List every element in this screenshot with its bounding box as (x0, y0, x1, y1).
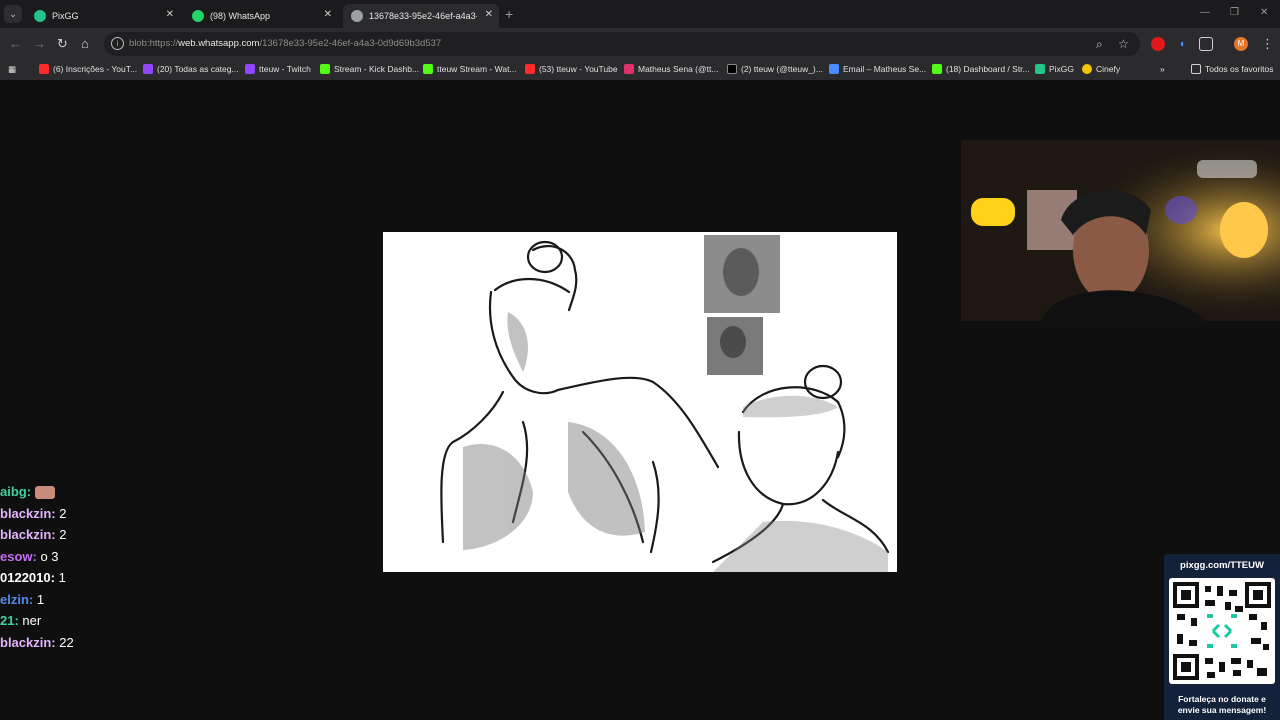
all-bookmarks-folder[interactable]: Todos os favoritos (1191, 64, 1274, 74)
pixgg-icon (1035, 64, 1045, 74)
profile-avatar[interactable]: M (1234, 37, 1248, 51)
reload-icon[interactable]: ↻ (57, 36, 68, 52)
stream-chat: aibg: blackzin: 2 blackzin: 2 esow: o 3 … (0, 484, 74, 656)
close-window-icon[interactable]: ✕ (1260, 7, 1268, 18)
bookmark-item[interactable]: PixGG (1035, 64, 1074, 74)
bookmark-star-icon[interactable]: ☆ (1118, 37, 1129, 51)
site-info-icon[interactable]: i (111, 37, 124, 50)
close-tab-icon[interactable]: ✕ (485, 9, 493, 20)
bookmark-item[interactable]: (20) Todas as categ... (143, 64, 239, 74)
donation-message: Fortaleça no donate e envie sua mensagem! (1177, 694, 1267, 715)
bookmark-item[interactable]: Cinefy (1082, 64, 1120, 74)
chat-text: 1 (58, 570, 66, 585)
bookmark-item[interactable]: Email – Matheus Se... (829, 64, 926, 74)
more-bookmarks-chevron-icon[interactable]: » (1160, 64, 1165, 74)
chat-username: 0122010: (0, 570, 55, 585)
webcam-overlay (961, 140, 1280, 321)
folder-icon (1191, 64, 1201, 74)
chat-text: ner (22, 613, 42, 628)
chat-username: blackzin: (0, 505, 56, 521)
chat-text: 2 (59, 505, 67, 521)
tab-pixgg[interactable]: PixGG ✕ (26, 4, 180, 28)
tab-blob[interactable]: 13678e33-95e2-46ef-a4a3-0d9 ✕ (343, 4, 499, 28)
back-icon[interactable]: ← (9, 36, 22, 51)
whatsapp-icon (192, 10, 204, 22)
kick-icon (932, 64, 942, 74)
sketch-image (383, 232, 897, 572)
chat-message: aibg: (0, 484, 74, 506)
bookmarks-bar: ▦ (6) Inscrições - YouT... (20) Todas as… (0, 60, 1280, 80)
chat-username: esow: (0, 548, 37, 564)
webcam-feed (961, 140, 1280, 321)
chat-message: blackzin: 2 (0, 506, 74, 528)
bookmark-item[interactable]: tteuw Stream - Wat... (423, 64, 517, 74)
forward-icon[interactable]: → (33, 36, 46, 51)
extension-red-icon[interactable] (1151, 37, 1165, 51)
pixgg-icon (34, 10, 46, 22)
kick-icon (423, 64, 433, 74)
browser-toolbar: ← → ↻ ⌂ i blob:https://web.whatsapp.com/… (0, 28, 1280, 60)
minimize-icon[interactable]: — (1200, 7, 1210, 18)
sketch-drawing (383, 232, 897, 572)
chat-message: esow: o 3 (0, 549, 74, 571)
bookmark-item[interactable]: (6) Inscrições - YouT... (39, 64, 137, 74)
x-icon (727, 64, 737, 74)
chat-message: 0122010: 1 (0, 570, 74, 592)
tab-title: PixGG (52, 11, 79, 21)
zoom-icon[interactable]: ⌕ (1096, 37, 1103, 52)
bookmark-item[interactable]: (18) Dashboard / Str... (932, 64, 1030, 74)
tab-title: (98) WhatsApp (210, 11, 271, 21)
qr-code (1169, 578, 1275, 684)
bookmark-item[interactable]: Matheus Sena (@tt... (624, 64, 718, 74)
youtube-icon (525, 64, 535, 74)
tab-whatsapp[interactable]: (98) WhatsApp ✕ (184, 4, 338, 28)
outlook-icon (829, 64, 839, 74)
apps-grid-icon[interactable]: ▦ (8, 64, 16, 75)
chat-username: blackzin: (0, 634, 56, 650)
new-tab-button[interactable]: + (505, 6, 513, 22)
chat-message: blackzin: 2 (0, 527, 74, 549)
bookmark-item[interactable]: (2) tteuw (@tteuw_)... (727, 64, 823, 74)
pixgg-url: pixgg.com/TTEUW (1180, 560, 1264, 571)
url-text: blob:https://web.whatsapp.com/13678e33-9… (129, 38, 442, 49)
chat-username: elzin: (0, 591, 34, 607)
close-tab-icon[interactable]: ✕ (324, 9, 332, 20)
pixgg-donation-widget: pixgg.com/TTEUW Fortaleça no donate e en… (1164, 554, 1280, 720)
extensions-puzzle-icon[interactable] (1199, 37, 1213, 51)
close-tab-icon[interactable]: ✕ (166, 9, 174, 20)
restore-icon[interactable]: ❐ (1230, 7, 1239, 18)
extension-audio-icon[interactable]: ◖ (1175, 37, 1189, 51)
chat-text: 1 (36, 591, 45, 607)
qr-code-pattern (1173, 582, 1271, 680)
page-content: aibg: blackzin: 2 blackzin: 2 esow: o 3 … (0, 80, 1280, 720)
twitch-icon (143, 64, 153, 74)
menu-kebab-icon[interactable]: ⋮ (1261, 36, 1274, 52)
tab-title: 13678e33-95e2-46ef-a4a3-0d9 (369, 11, 477, 21)
chat-username: 21: (0, 613, 19, 628)
chat-message: blackzin: 22 (0, 635, 74, 657)
chat-text: o 3 (40, 548, 59, 564)
globe-icon (351, 10, 363, 22)
home-icon[interactable]: ⌂ (81, 36, 89, 51)
instagram-icon (624, 64, 634, 74)
chat-text: 2 (59, 527, 67, 542)
chat-message: 21: ner (0, 613, 74, 635)
youtube-icon (39, 64, 49, 74)
bookmark-item[interactable]: (53) tteuw - YouTube (525, 64, 618, 74)
chat-message: elzin: 1 (0, 592, 74, 614)
bookmark-item[interactable]: Stream - Kick Dashb... (320, 64, 419, 74)
kick-icon (320, 64, 330, 74)
address-bar[interactable]: i blob:https://web.whatsapp.com/13678e33… (104, 32, 1140, 56)
tab-search-button[interactable]: ⌄ (4, 5, 22, 23)
chat-username: blackzin: (0, 527, 56, 542)
chat-text: 22 (59, 634, 74, 650)
cinefy-icon (1082, 64, 1092, 74)
chat-username: aibg: (0, 484, 32, 499)
bookmark-item[interactable]: tteuw - Twitch (245, 64, 311, 74)
twitch-icon (245, 64, 255, 74)
emote-icon (34, 486, 55, 500)
tab-strip: ⌄ PixGG ✕ (98) WhatsApp ✕ 13678e33-95e2-… (0, 0, 1280, 28)
